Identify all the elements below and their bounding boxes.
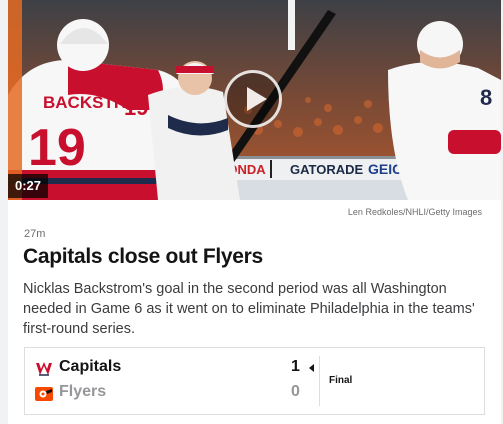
team-name: Capitals	[59, 358, 122, 375]
flyers-logo	[35, 387, 53, 401]
svg-text:19: 19	[28, 119, 86, 177]
article-summary: Nicklas Backstrom's goal in the second p…	[23, 281, 475, 337]
photo-credit: Len Redkoles/NHLI/Getty Images	[347, 207, 482, 217]
team-name: Flyers	[59, 383, 107, 400]
scoreboard[interactable]: Capitals 1 Flyers 0 Final	[24, 347, 485, 415]
svg-text:GATORADE: GATORADE	[290, 162, 364, 177]
winner-indicator-icon	[309, 364, 314, 372]
team-row-flyers: Flyers 0	[25, 382, 315, 406]
story-card[interactable]: HONDA GATORADE GEICO BACKSTROM 19 19 8 0…	[8, 0, 501, 424]
team-score: 1	[291, 358, 300, 375]
video-duration: 0:27	[8, 174, 48, 198]
svg-text:8: 8	[480, 85, 492, 110]
play-button[interactable]	[224, 70, 282, 128]
headline[interactable]: Capitals close out Flyers	[23, 245, 263, 269]
video-player[interactable]: HONDA GATORADE GEICO BACKSTROM 19 19 8 0…	[8, 0, 501, 200]
team-row-capitals: Capitals 1	[25, 357, 315, 381]
scoreboard-divider	[319, 356, 320, 406]
capitals-logo	[36, 362, 52, 376]
play-icon	[247, 87, 267, 111]
game-status: Final	[329, 375, 353, 386]
timestamp: 27m	[24, 228, 46, 240]
team-score: 0	[291, 383, 300, 400]
svg-text:19: 19	[124, 95, 148, 120]
